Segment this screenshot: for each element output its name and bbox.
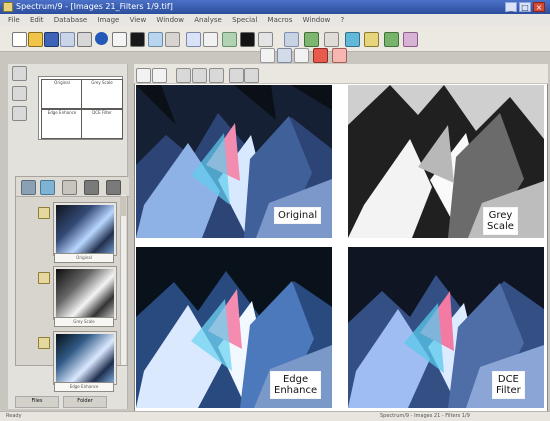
sidebar-bottom-tabs: Files Folder — [15, 396, 125, 408]
app-icon — [3, 2, 13, 12]
caption-dce-filter: DCE Filter — [492, 371, 525, 399]
viewer-toolbar — [134, 64, 548, 84]
crop-icon[interactable] — [165, 32, 180, 47]
caption-edge-enhance: Edge Enhance — [270, 371, 322, 399]
toolbar2-icon-1[interactable] — [260, 48, 275, 63]
export-icon[interactable] — [304, 32, 319, 47]
thumbnail-tool-3[interactable] — [62, 180, 77, 195]
menu-image[interactable]: Image — [97, 14, 119, 26]
tab-folder[interactable]: Folder — [63, 396, 107, 408]
strip-icon-1[interactable] — [12, 66, 27, 81]
thumbnail-edge-enhance[interactable] — [54, 332, 116, 384]
new-icon[interactable] — [12, 32, 27, 47]
thumbnail-scrollbar[interactable] — [120, 195, 126, 365]
thumbnail-label-original: Original — [54, 253, 114, 263]
viewer-tool-7[interactable] — [244, 68, 259, 83]
menu-file[interactable]: File — [8, 14, 20, 26]
maximize-button[interactable]: □ — [519, 2, 531, 12]
toolbar2-icon-2[interactable] — [277, 48, 292, 63]
viewer-tool-2[interactable] — [152, 68, 167, 83]
map-cell-label: DCE Filter — [92, 110, 112, 115]
map-cell-label: Original — [54, 80, 70, 85]
status-right: Spectrum/9 - Images 21 - Filters 1/9 — [380, 413, 470, 419]
map-cell-grey-scale[interactable]: Grey Scale — [81, 79, 123, 109]
map-cell-dce-filter[interactable]: DCE Filter — [81, 109, 123, 139]
menu-window-2[interactable]: Window — [303, 14, 331, 26]
thumbnail-panel-toolbar — [16, 177, 129, 197]
window-title: Spectrum/9 - [Images 21_Filters 1/9.tif] — [16, 2, 173, 11]
toolbar2-icon-3[interactable] — [294, 48, 309, 63]
macro-icon[interactable] — [403, 32, 418, 47]
image-edge-enhance[interactable]: Edge Enhance — [136, 247, 332, 408]
viewer-tool-1[interactable] — [136, 68, 151, 83]
toolbar2-icon-5[interactable] — [332, 48, 347, 63]
secondary-toolbar — [260, 48, 410, 63]
minimize-button[interactable]: _ — [505, 2, 517, 12]
map-cell-original[interactable]: Original — [41, 79, 83, 109]
viewer-tool-6[interactable] — [229, 68, 244, 83]
strip-icon-2[interactable] — [12, 86, 27, 101]
caption-grey-scale: Grey Scale — [483, 207, 518, 235]
thumbnail-grey-scale[interactable] — [54, 267, 116, 319]
thumbnail-tool-5[interactable] — [106, 180, 121, 195]
thumbnail-panel: Original Grey Scale Edge Enhance — [15, 176, 129, 392]
layout-map: Original Grey Scale Edge Enhance DCE Fil… — [38, 76, 123, 140]
save-icon[interactable] — [44, 32, 59, 47]
map-cell-edge-enhance[interactable]: Edge Enhance — [41, 109, 83, 139]
menu-bar: File Edit Database Image View Window Ana… — [0, 14, 550, 26]
camera-icon[interactable] — [345, 32, 360, 47]
menu-help[interactable]: ? — [340, 14, 344, 26]
menu-macros[interactable]: Macros — [268, 14, 293, 26]
grid-icon[interactable] — [284, 32, 299, 47]
thumbnail-tool-1[interactable] — [21, 180, 36, 195]
sidebar-tool-strip — [12, 66, 27, 126]
caption-original: Original — [274, 207, 322, 224]
menu-database[interactable]: Database — [54, 14, 87, 26]
flag-icon[interactable] — [364, 32, 379, 47]
image-grey-scale[interactable]: Grey Scale — [348, 85, 544, 238]
gallery-icon[interactable] — [384, 32, 399, 47]
viewer-tool-4[interactable] — [192, 68, 207, 83]
thumbnail-label-grey-scale: Grey Scale — [54, 317, 114, 327]
viewer-tool-3[interactable] — [176, 68, 191, 83]
image-original[interactable]: Original — [136, 85, 332, 238]
chart-icon[interactable] — [258, 32, 273, 47]
open-icon[interactable] — [28, 32, 43, 47]
histogram-icon[interactable] — [240, 32, 255, 47]
thumbnail-tool-2[interactable] — [40, 180, 55, 195]
status-left: Ready — [6, 413, 22, 419]
menu-special[interactable]: Special — [232, 14, 257, 26]
print-icon[interactable] — [77, 32, 92, 47]
zoom-icon[interactable] — [148, 32, 163, 47]
thumbnail-tool-4[interactable] — [84, 180, 99, 195]
calibrate-icon[interactable] — [130, 32, 145, 47]
thumbnail-label-edge-enhance: Edge Enhance — [54, 382, 114, 392]
viewer-tool-5[interactable] — [209, 68, 224, 83]
thumbnail-type-icon-1 — [38, 207, 50, 219]
thumbnail-type-icon-2 — [38, 272, 50, 284]
tab-files[interactable]: Files — [15, 396, 59, 408]
arrow-icon[interactable] — [112, 32, 127, 47]
thumbnail-scroll-thumb[interactable] — [120, 196, 126, 216]
close-button[interactable]: × — [533, 2, 545, 12]
text-icon[interactable] — [203, 32, 218, 47]
toolbar2-icon-4[interactable] — [313, 48, 328, 63]
image-dce-filter[interactable]: DCE Filter — [348, 247, 544, 408]
thumbnail-type-icon-3 — [38, 337, 50, 349]
menu-view[interactable]: View — [130, 14, 147, 26]
thumbnail-original[interactable] — [54, 203, 116, 255]
map-cell-label: Edge Enhance — [47, 110, 77, 115]
menu-edit[interactable]: Edit — [30, 14, 44, 26]
menu-analyse[interactable]: Analyse — [194, 14, 222, 26]
tool-icon[interactable] — [324, 32, 339, 47]
measure-icon[interactable] — [186, 32, 201, 47]
status-bar: Ready Spectrum/9 - Images 21 - Filters 1… — [0, 411, 550, 421]
menu-window[interactable]: Window — [156, 14, 184, 26]
filter-icon[interactable] — [222, 32, 237, 47]
info-icon[interactable] — [95, 32, 108, 45]
strip-icon-3[interactable] — [12, 106, 27, 121]
window-title-bar: Spectrum/9 - [Images 21_Filters 1/9.tif]… — [0, 0, 550, 14]
map-cell-label: Grey Scale — [91, 80, 113, 85]
acquire-icon[interactable] — [60, 32, 75, 47]
